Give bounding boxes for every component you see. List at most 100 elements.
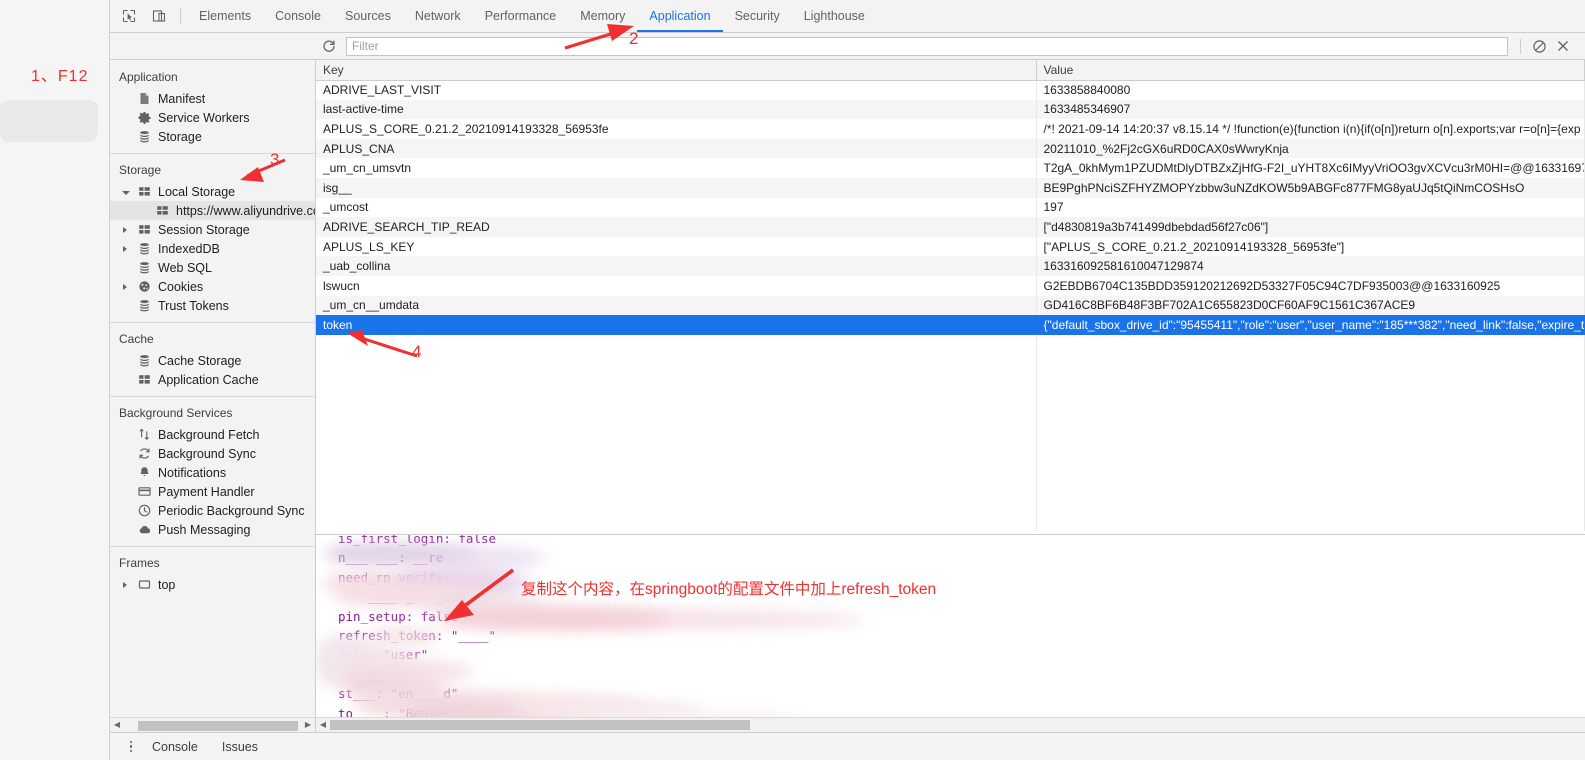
scroll-left-arrow[interactable]: ◀ xyxy=(110,721,124,729)
cell-key[interactable]: _umcost xyxy=(316,197,1037,218)
sidebar-item-top[interactable]: top xyxy=(110,575,315,594)
tab-sources[interactable]: Sources xyxy=(333,0,403,32)
preview-line: is_first_login: false xyxy=(338,534,497,546)
cell-key[interactable]: last-active-time xyxy=(316,99,1037,120)
cell-value[interactable]: ["d4830819a3b741499dbebdad56f27c06"] xyxy=(1036,217,1585,237)
table-row[interactable]: ADRIVE_LAST_VISIT 1633858840080 xyxy=(316,80,1585,100)
cell-key[interactable]: _um_cn_umsvtn xyxy=(316,158,1037,178)
column-header-key[interactable]: Key xyxy=(316,60,1037,81)
cell-key[interactable]: ADRIVE_LAST_VISIT xyxy=(316,80,1037,100)
table-row[interactable]: lswucn G2EBDB6704C135BDD359120212692D5332… xyxy=(316,275,1585,296)
cell-value[interactable]: /*! 2021-09-14 14:20:37 v8.15.14 */ !fun… xyxy=(1036,119,1585,139)
cell-empty xyxy=(316,432,1037,453)
tab-network[interactable]: Network xyxy=(403,0,473,32)
refresh-icon[interactable] xyxy=(316,35,342,57)
tab-security[interactable]: Security xyxy=(723,0,792,32)
sidebar-item-service-workers[interactable]: Service Workers xyxy=(110,108,315,127)
tab-lighthouse[interactable]: Lighthouse xyxy=(792,0,877,32)
table-row[interactable]: last-active-time 1633485346907 xyxy=(316,99,1585,120)
table-row[interactable]: _uab_collina 163316092581610047129874 xyxy=(316,256,1585,276)
cell-key[interactable]: lswucn xyxy=(316,275,1037,296)
scrollbar-thumb[interactable] xyxy=(330,720,750,730)
cell-value[interactable]: ["APLUS_S_CORE_0.21.2_20210914193328_569… xyxy=(1036,236,1585,257)
scrollbar-track[interactable] xyxy=(124,720,301,731)
cell-value[interactable]: GD416C8BF6B48F3BF702A1C655823D0CF60AF9C1… xyxy=(1036,295,1585,316)
sidebar-item-cache-storage[interactable]: Cache Storage xyxy=(110,351,315,370)
tab-application[interactable]: Application xyxy=(637,0,723,32)
sidebar-item-https-www-aliyundrive-com[interactable]: https://www.aliyundrive.com xyxy=(110,201,315,220)
chevron-right-icon[interactable] xyxy=(123,581,127,588)
table-row[interactable]: _um_cn_umsvtn T2gA_0khMym1PZUDMtDlyDTBZxZ… xyxy=(316,158,1585,178)
cell-value[interactable]: BE9PghPNciSZFHYZMOPYzbbw3uNZdKOW5b9ABGFc… xyxy=(1036,177,1585,198)
drawer-tab-console[interactable]: Console xyxy=(140,733,210,760)
cell-key[interactable]: APLUS_CNA xyxy=(316,138,1037,159)
sidebar-item-storage[interactable]: Storage xyxy=(110,127,315,146)
cell-key[interactable]: APLUS_S_CORE_0.21.2_20210914193328_56953… xyxy=(316,119,1037,139)
cell-value[interactable]: {"default_sbox_drive_id":"95455411","rol… xyxy=(1036,315,1585,335)
cell-key[interactable]: _uab_collina xyxy=(316,256,1037,276)
table-row[interactable]: _umcost 197 xyxy=(316,197,1585,218)
cell-key[interactable]: isg__ xyxy=(316,177,1037,198)
cell-value[interactable]: 197 xyxy=(1036,197,1585,218)
tab-console[interactable]: Console xyxy=(263,0,333,32)
device-toolbar-icon[interactable] xyxy=(144,0,174,32)
kebab-menu-icon[interactable] xyxy=(122,740,140,753)
tab-label: Application xyxy=(649,9,711,23)
scroll-left-arrow[interactable]: ◀ xyxy=(316,721,330,729)
table-grid-icon xyxy=(136,373,152,387)
chevron-right-icon[interactable] xyxy=(123,245,127,252)
close-x-icon[interactable] xyxy=(1551,35,1575,57)
console-drawer-tabbar: Console Issues xyxy=(110,732,1585,760)
tab-label: Network xyxy=(414,9,461,23)
table-row[interactable]: _um_cn__umdata GD416C8BF6B48F3BF702A1C655… xyxy=(316,295,1585,316)
preview-horizontal-scrollbar[interactable]: ◀ xyxy=(316,717,1585,732)
cell-value[interactable]: 1633485346907 xyxy=(1036,99,1585,120)
sidebar-item-background-fetch[interactable]: Background Fetch xyxy=(110,425,315,444)
no-entry-icon[interactable] xyxy=(1527,35,1551,57)
table-row[interactable]: APLUS_LS_KEY ["APLUS_S_CORE_0.21.2_202109… xyxy=(316,236,1585,257)
cell-key[interactable]: _um_cn__umdata xyxy=(316,295,1037,316)
table-row[interactable]: ADRIVE_SEARCH_TIP_READ ["d4830819a3b74149… xyxy=(316,217,1585,237)
chevron-down-icon[interactable] xyxy=(122,190,130,195)
cell-key[interactable]: APLUS_LS_KEY xyxy=(316,236,1037,257)
sidebar-item-label: Trust Tokens xyxy=(158,298,229,313)
sidebar-item-session-storage[interactable]: Session Storage xyxy=(110,220,315,239)
sidebar-item-periodic-background-sync[interactable]: Periodic Background Sync xyxy=(110,501,315,520)
sidebar-item-label: IndexedDB xyxy=(158,241,220,256)
sidebar-item-indexeddb[interactable]: IndexedDB xyxy=(110,239,315,258)
tab-performance[interactable]: Performance xyxy=(473,0,569,32)
table-row[interactable]: token {"default_sbox_drive_id":"95455411"… xyxy=(316,315,1585,335)
filter-input[interactable] xyxy=(346,36,1508,56)
sidebar-item-application-cache[interactable]: Application Cache xyxy=(110,370,315,389)
column-header-value[interactable]: Value xyxy=(1036,60,1585,81)
sidebar-item-manifest[interactable]: Manifest xyxy=(110,89,315,108)
inspect-element-icon[interactable] xyxy=(114,0,144,32)
sidebar-item-trust-tokens[interactable]: Trust Tokens xyxy=(110,296,315,315)
sidebar-item-background-sync[interactable]: Background Sync xyxy=(110,444,315,463)
table-row[interactable]: APLUS_CNA 20211010_%2Fj2cGX6uRD0CAX0sWwry… xyxy=(316,138,1585,159)
sidebar-item-cookies[interactable]: Cookies xyxy=(110,277,315,296)
cell-value[interactable]: T2gA_0khMym1PZUDMtDlyDTBZxZjHfG-F2I_uYHT… xyxy=(1036,158,1585,178)
sidebar-item-web-sql[interactable]: Web SQL xyxy=(110,258,315,277)
tab-memory[interactable]: Memory xyxy=(568,0,637,32)
chevron-right-icon[interactable] xyxy=(123,226,127,233)
sidebar-item-push-messaging[interactable]: Push Messaging xyxy=(110,520,315,539)
scrollbar-thumb[interactable] xyxy=(138,720,298,731)
tab-elements[interactable]: Elements xyxy=(187,0,263,32)
sidebar-item-payment-handler[interactable]: Payment Handler xyxy=(110,482,315,501)
drawer-tab-issues[interactable]: Issues xyxy=(210,733,270,760)
table-row[interactable]: isg__ BE9PghPNciSZFHYZMOPYzbbw3uNZdKOW5b9… xyxy=(316,177,1585,198)
cell-value[interactable]: G2EBDB6704C135BDD359120212692D53327F05C9… xyxy=(1036,275,1585,296)
cell-value[interactable]: 1633858840080 xyxy=(1036,80,1585,100)
sidebar-item-local-storage[interactable]: Local Storage xyxy=(110,182,315,201)
chevron-right-icon[interactable] xyxy=(123,283,127,290)
cell-value[interactable]: 20211010_%2Fj2cGX6uRD0CAX0sWwryKnja xyxy=(1036,138,1585,159)
sidebar-horizontal-scrollbar[interactable]: ◀ ▶ xyxy=(110,717,315,732)
sidebar-item-notifications[interactable]: Notifications xyxy=(110,463,315,482)
table-row[interactable]: APLUS_S_CORE_0.21.2_20210914193328_56953… xyxy=(316,119,1585,139)
cell-value[interactable]: 163316092581610047129874 xyxy=(1036,256,1585,276)
cell-key[interactable]: ADRIVE_SEARCH_TIP_READ xyxy=(316,217,1037,237)
scroll-right-arrow[interactable]: ▶ xyxy=(301,721,315,729)
cell-key[interactable]: token xyxy=(316,315,1037,335)
sidebar-group-storage: Storage Local Storage https://www.aliyundr… xyxy=(110,154,315,323)
